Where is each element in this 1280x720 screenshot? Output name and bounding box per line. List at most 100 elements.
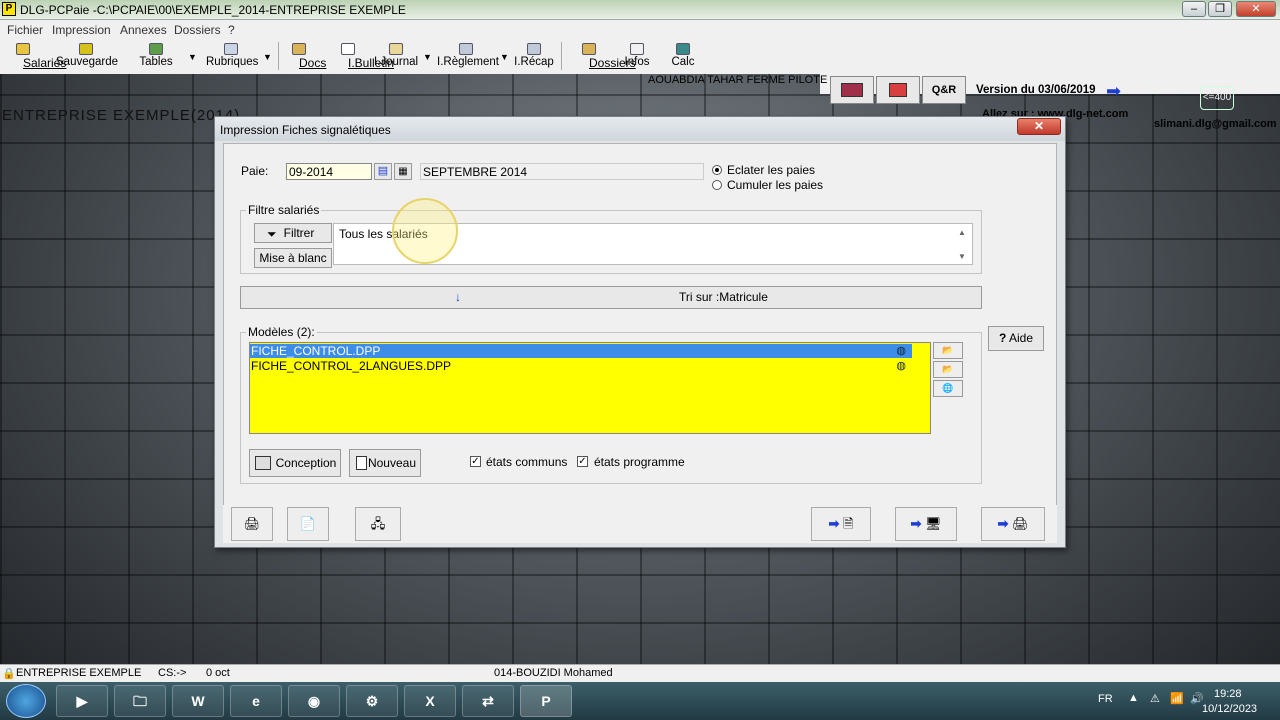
radio-eclater[interactable]: [712, 165, 722, 175]
calculator-icon: [676, 43, 690, 55]
list-item[interactable]: FICHE_CONTROL_2LANGUES.DPP ◍: [250, 359, 912, 373]
infos-icon: [630, 43, 644, 55]
menu-help[interactable]: ?: [228, 23, 235, 37]
menu-annexes[interactable]: Annexes: [120, 23, 167, 37]
taskbar-explorer-icon[interactable]: 🗀: [114, 685, 166, 717]
scroll-down-icon[interactable]: ▼: [958, 252, 966, 261]
taskbar-teamviewer-icon[interactable]: ⇄: [462, 685, 514, 717]
paie-period-input[interactable]: 09-2014: [286, 163, 372, 180]
funnel-icon: ⏷: [267, 227, 277, 241]
grid-picker-icon[interactable]: ▦: [394, 163, 412, 180]
edit-model-icon[interactable]: 📂: [933, 361, 963, 378]
toolbar-recap[interactable]: I.Récap: [514, 40, 554, 72]
radio-eclater-label[interactable]: Eclater les paies: [727, 163, 815, 177]
book-icon-button[interactable]: [830, 76, 874, 104]
toolbar-journal[interactable]: I.Journal: [374, 40, 418, 72]
etats-communs-checkbox[interactable]: ✓: [470, 456, 481, 467]
print-dialog: Impression Fiches signalétiques ✕ Paie: …: [214, 116, 1066, 548]
toolbar-separator: [278, 42, 279, 70]
print-button[interactable]: ➡ 🖨: [981, 507, 1045, 541]
reset-button[interactable]: Mise à blanc: [254, 248, 332, 268]
start-button[interactable]: [6, 684, 46, 718]
signal-icon[interactable]: 📶: [1170, 692, 1184, 705]
status-size: 0 oct: [206, 667, 230, 679]
conception-button[interactable]: Conception: [249, 449, 341, 477]
dialog-close-button[interactable]: ✕: [1017, 118, 1061, 135]
preview-screen-button[interactable]: ➡ 🖥: [895, 507, 957, 541]
filter-button[interactable]: ⏷ Filtrer: [254, 223, 332, 243]
etats-communs-label[interactable]: états communs: [486, 455, 567, 469]
taskbar-app-icon[interactable]: ⚙: [346, 685, 398, 717]
toolbar-separator: [561, 42, 562, 70]
language-indicator[interactable]: FR: [1098, 693, 1113, 705]
minimize-button[interactable]: ‒: [1182, 1, 1206, 17]
taskbar-chrome-icon[interactable]: ◉: [288, 685, 340, 717]
taskbar-pcpaie-icon[interactable]: P: [520, 685, 572, 717]
app-icon: P: [2, 2, 16, 16]
models-list[interactable]: FICHE_CONTROL.DPP ◍ FICHE_CONTROL_2LANGUE…: [249, 342, 931, 434]
limit-badge[interactable]: <=400: [1200, 86, 1234, 110]
etats-programme-checkbox[interactable]: ✓: [577, 456, 588, 467]
status-enterprise: ENTREPRISE EXEMPLE: [16, 667, 142, 679]
toolbar-dossiers[interactable]: Dossiers: [568, 40, 636, 72]
rubriques-icon: [224, 43, 238, 55]
maximize-button[interactable]: ❐: [1208, 1, 1232, 17]
toolbar-tables[interactable]: Tables: [138, 40, 174, 72]
toolbar-sauvegarde[interactable]: Sauvegarde: [56, 40, 118, 72]
clock-date[interactable]: 10/12/2023: [1202, 703, 1257, 715]
tools-icon-button[interactable]: [876, 76, 920, 104]
models-group-label: Modèles (2):: [246, 325, 317, 339]
network-icon[interactable]: ⚠: [1150, 692, 1160, 705]
reglement-icon: [459, 43, 473, 55]
book-icon: [841, 83, 863, 97]
radio-cumuler[interactable]: [712, 180, 722, 190]
export-icon[interactable]: 🖧: [355, 507, 401, 541]
sort-button[interactable]: ↓ Tri sur :Matricule: [240, 286, 982, 309]
radio-cumuler-label[interactable]: Cumuler les paies: [727, 178, 823, 192]
toolbar-infos[interactable]: Infos: [622, 40, 652, 72]
tables-icon: [149, 43, 163, 55]
globe-icon: ◍: [896, 360, 906, 372]
export-file-button[interactable]: ➡ 🗎: [811, 507, 871, 541]
taskbar-excel-icon[interactable]: X: [404, 685, 456, 717]
toolbar-docs[interactable]: Docs: [284, 40, 326, 72]
toolbar-salaries[interactable]: Salariés: [4, 40, 66, 72]
aide-button[interactable]: ? Aide: [988, 326, 1044, 351]
scroll-up-icon[interactable]: ▲: [958, 228, 966, 237]
file-icon: 🗎: [843, 516, 854, 531]
arrow-right-icon[interactable]: ➡: [1106, 82, 1121, 100]
email-link[interactable]: slimani.dlg@gmail.com: [1154, 118, 1277, 130]
toolbar-bulletin[interactable]: I.Bulletin: [327, 40, 394, 72]
design-icon: [255, 456, 271, 470]
document-icon[interactable]: 📄: [287, 507, 329, 541]
taskbar-ie-icon[interactable]: e: [230, 685, 282, 717]
toolbar-calc[interactable]: Calc: [670, 40, 696, 72]
list-item[interactable]: FICHE_CONTROL.DPP ◍: [250, 344, 912, 358]
reglement-dropdown-icon[interactable]: ▼: [500, 52, 509, 62]
menu-impression[interactable]: Impression: [52, 23, 111, 37]
open-model-icon[interactable]: 📂: [933, 342, 963, 359]
taskbar-media-icon[interactable]: ▶: [56, 685, 108, 717]
statusbar: 🔒 ENTREPRISE EXEMPLE CS:-> 0 oct 014-BOU…: [0, 664, 1280, 682]
toolbar-rubriques[interactable]: Rubriques: [206, 40, 258, 72]
toolbar-reglement[interactable]: I.Règlement: [437, 40, 499, 72]
close-app-button[interactable]: ✕: [1236, 1, 1276, 17]
journal-dropdown-icon[interactable]: ▼: [423, 52, 432, 62]
menu-fichier[interactable]: Fichier: [7, 23, 43, 37]
qr-button[interactable]: Q&R: [922, 76, 966, 104]
tables-dropdown-icon[interactable]: ▼: [188, 52, 197, 62]
printer-icon: 🖨: [1012, 516, 1029, 531]
taskbar-word-icon[interactable]: W: [172, 685, 224, 717]
printer-settings-icon[interactable]: 🖨: [231, 507, 273, 541]
etats-programme-label[interactable]: états programme: [594, 455, 685, 469]
tray-expand-icon[interactable]: ▲: [1128, 692, 1139, 704]
company-line: AOUABDIA TAHAR FERME PILOTE: [648, 74, 828, 86]
status-cs: CS:->: [158, 667, 187, 679]
clock-time[interactable]: 19:28: [1214, 688, 1242, 700]
calendar-picker-icon[interactable]: ▤: [374, 163, 392, 180]
rubriques-dropdown-icon[interactable]: ▼: [263, 52, 272, 62]
monitor-icon: 🖥: [925, 516, 942, 531]
web-model-icon[interactable]: 🌐: [933, 380, 963, 397]
menu-dossiers[interactable]: Dossiers: [174, 23, 221, 37]
nouveau-button[interactable]: Nouveau: [349, 449, 421, 477]
